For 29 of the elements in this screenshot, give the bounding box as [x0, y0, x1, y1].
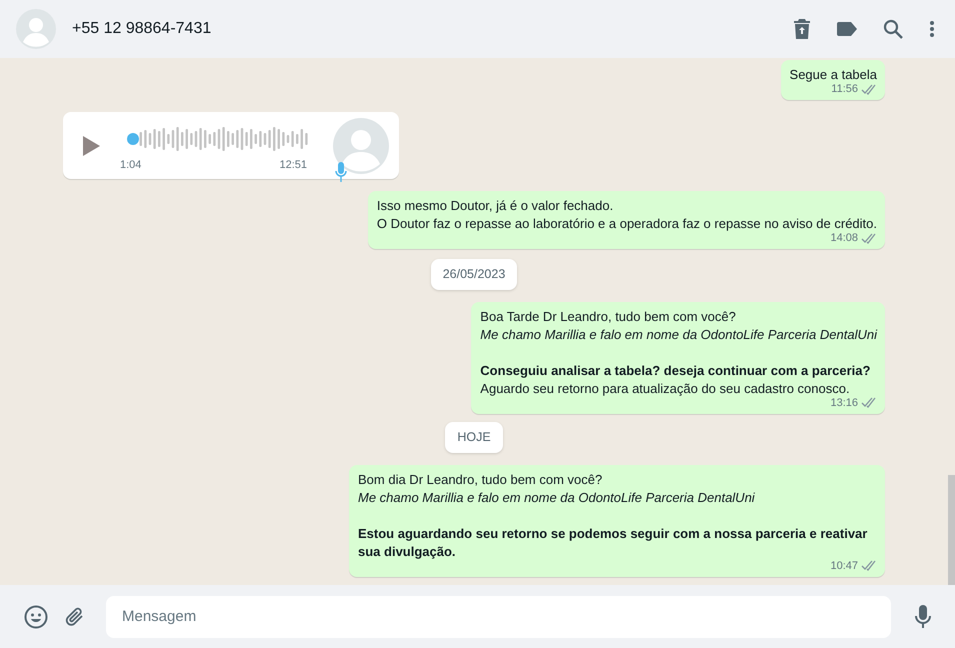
message-time: 13:16: [830, 396, 858, 409]
play-icon[interactable]: [81, 134, 101, 156]
message-text: Isso mesmo Doutor, já é o valor fechado. O Doutor faz o repasse ao laboratório e a operadora faz o repasse no aviso de crédito.: [376, 197, 877, 233]
message-text: Bom dia Dr Leandro, tudo bem com você? Me chamo Marillia e falo em nome da OdontoLife Parceria DentalUni Estou aguardando seu retorno se podemos seguir com a nossa parceria e reativar sua divulgação.: [358, 470, 868, 560]
double-check-icon: [861, 397, 877, 408]
double-check-icon: [861, 84, 877, 94]
double-check-icon: [861, 560, 877, 571]
message-time: 10:47: [830, 560, 858, 572]
contact-name[interactable]: +55 12 98864-7431: [72, 17, 212, 41]
audio-progress-thumb[interactable]: [127, 133, 139, 146]
avatar-icon: [333, 118, 389, 174]
trash-icon[interactable]: [793, 19, 811, 39]
scrollbar[interactable]: [948, 475, 955, 585]
date-label: HOJE: [445, 422, 503, 452]
message-time: 14:08: [830, 232, 858, 244]
search-icon[interactable]: [883, 19, 903, 39]
microphone-icon[interactable]: [915, 604, 931, 628]
message-input[interactable]: Mensagem: [106, 596, 891, 638]
message-text: Segue a tabela: [790, 66, 877, 84]
double-check-icon: [861, 232, 877, 244]
date-label: 26/05/2023: [430, 259, 518, 290]
microphone-icon: [335, 162, 347, 182]
message-time: 12:51: [279, 158, 307, 174]
message-time: 11:56: [831, 83, 858, 95]
menu-icon[interactable]: [929, 20, 935, 38]
message-text: Boa Tarde Dr Leandro, tudo bem com você? Me chamo Marillia e falo em nome da OdontoLife Parceria DentalUni Conseguiu analisar a tabela? deseja continuar com a parceria? Aguardo seu retorno para atualização do seu cadastro conosco.: [480, 308, 877, 398]
label-icon[interactable]: [837, 22, 857, 36]
emoji-icon[interactable]: [24, 604, 48, 628]
audio-duration: 1:04: [120, 158, 142, 174]
